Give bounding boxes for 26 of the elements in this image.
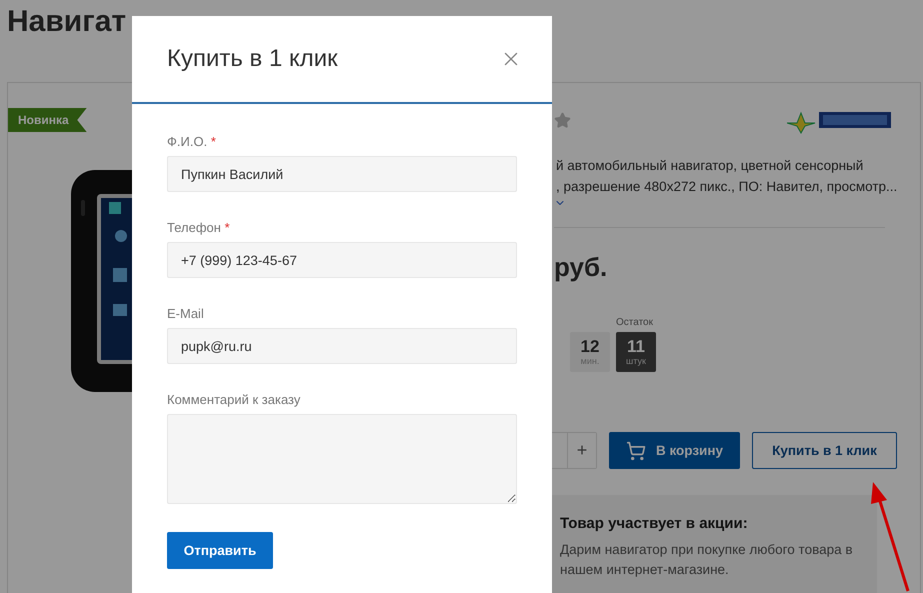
- field-label: Телефон *: [167, 220, 231, 235]
- dialog-title: Купить в 1 клик: [167, 45, 338, 73]
- star-icon: [554, 112, 571, 128]
- input-field[interactable]: +7 (999) 123-45-67: [167, 242, 517, 278]
- promo-text: Дарим навигатор при покупке любого товара в нашем интернет-магазине.: [560, 541, 854, 579]
- counter-unit: штук: [626, 356, 646, 366]
- price: руб.: [554, 252, 608, 283]
- input-field[interactable]: pupk@ru.ru: [167, 328, 517, 364]
- comment-field[interactable]: [167, 414, 517, 504]
- counter-value: 11: [627, 338, 645, 356]
- required-mark: *: [210, 134, 216, 149]
- counter-label: Остаток: [616, 317, 654, 328]
- counter-value: 12: [580, 338, 600, 356]
- promo-title: Товар участвует в акции:: [560, 515, 749, 532]
- submit-button[interactable]: Отправить: [167, 532, 273, 569]
- input-field[interactable]: Пупкин Василий: [167, 156, 517, 192]
- required-mark: *: [224, 220, 230, 235]
- page-title: Навигат: [7, 4, 126, 40]
- cart-icon: [626, 440, 646, 460]
- product-description: й автомобильный навигатор, цветной сенсорный , разрешение 480x272 пикс., ПО: Навител, просмотр...: [556, 157, 898, 196]
- one-click-buy-button[interactable]: Купить в 1 клик: [752, 432, 897, 469]
- add-to-cart-button[interactable]: В корзину: [609, 432, 740, 469]
- new-badge: Новинка: [8, 108, 87, 132]
- field-label: E-Mail: [167, 306, 205, 321]
- field-label: Комментарий к заказу: [167, 392, 302, 407]
- field-label: Ф.И.О. *: [167, 134, 217, 149]
